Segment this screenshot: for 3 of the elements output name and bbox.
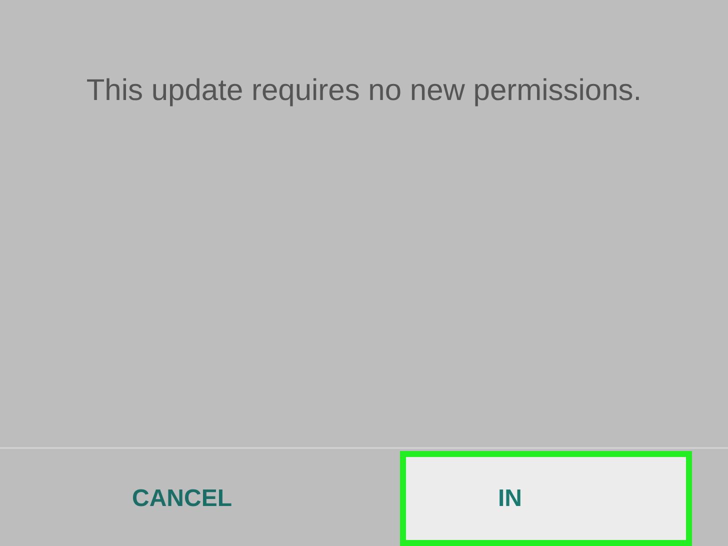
install-button[interactable]: IN <box>400 451 692 546</box>
permissions-message: This update requires no new permissions. <box>86 73 642 109</box>
cancel-button[interactable]: CANCEL <box>36 451 328 546</box>
